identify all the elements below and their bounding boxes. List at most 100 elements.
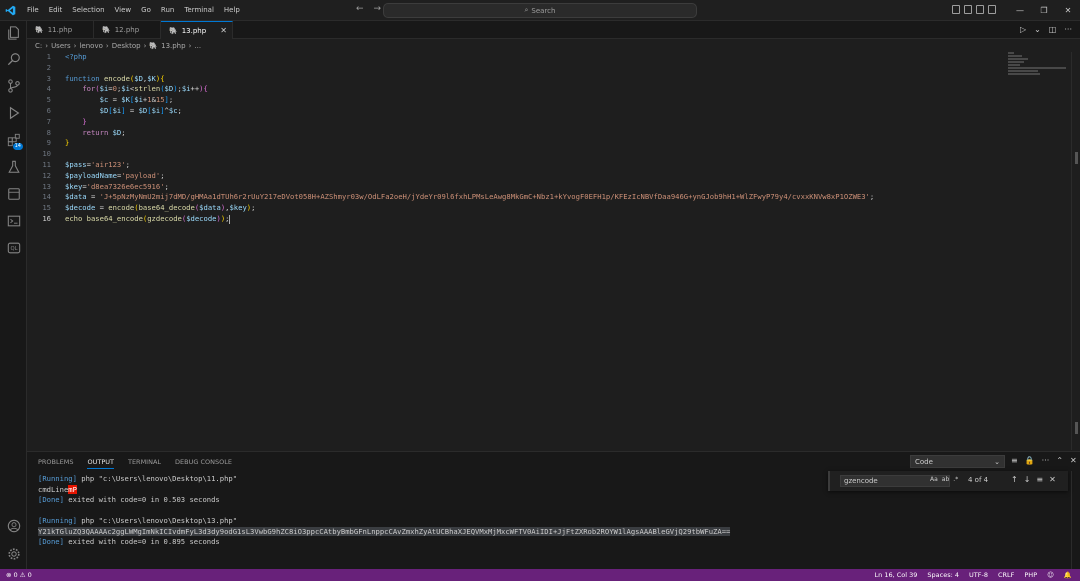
split-editor-icon[interactable]: ◫ bbox=[1049, 25, 1057, 34]
sql-tools-icon[interactable]: QL bbox=[5, 240, 22, 257]
breadcrumb-drive[interactable]: C: bbox=[35, 42, 42, 50]
search-icon: ⌕ bbox=[524, 6, 529, 14]
toggle-panel-icon[interactable] bbox=[964, 5, 972, 14]
code-line: $D[$i] = $D[$i]^$c; bbox=[99, 106, 182, 115]
match-case-toggle[interactable]: Aa bbox=[930, 476, 938, 483]
whole-word-toggle[interactable]: ab bbox=[942, 476, 950, 483]
text-cursor bbox=[229, 214, 231, 224]
output-line: [Running] php "c:\Users\lenovo\Desktop\1… bbox=[38, 474, 238, 483]
vscode-logo-icon bbox=[0, 0, 20, 21]
breadcrumb-lenovo[interactable]: lenovo bbox=[79, 42, 102, 50]
run-dropdown-icon[interactable]: ⌄ bbox=[1034, 25, 1041, 34]
clear-output-icon[interactable]: ≡ bbox=[1011, 456, 1018, 465]
next-match-icon[interactable]: ↓ bbox=[1024, 475, 1031, 484]
line-number: 12 bbox=[42, 170, 51, 180]
line-number: 2 bbox=[46, 62, 51, 72]
line-number: 8 bbox=[46, 127, 51, 137]
lock-scroll-icon[interactable]: 🔒 bbox=[1025, 456, 1035, 465]
menu-file[interactable]: File bbox=[22, 0, 44, 21]
extensions-icon[interactable]: 14 bbox=[5, 132, 23, 150]
terminal-view-icon[interactable] bbox=[5, 213, 22, 230]
menu-edit[interactable]: Edit bbox=[44, 0, 68, 21]
menu-selection[interactable]: Selection bbox=[67, 0, 109, 21]
code-line: echo base64_encode(gzdecode($decode)); bbox=[65, 214, 231, 224]
editor-scrollbar[interactable] bbox=[1071, 52, 1080, 450]
more-actions-icon[interactable]: ··· bbox=[1042, 456, 1050, 465]
manage-gear-icon[interactable] bbox=[5, 546, 22, 563]
command-center-search[interactable]: ⌕ Search bbox=[383, 3, 697, 18]
minimap[interactable] bbox=[1008, 52, 1068, 82]
problems-status[interactable]: ⊗ 0 ⚠ 0 bbox=[6, 569, 32, 581]
toggle-primary-sidebar-icon[interactable] bbox=[952, 5, 960, 14]
line-number: 7 bbox=[46, 116, 51, 126]
tab-12-php[interactable]: 🐘 12.php bbox=[94, 21, 161, 39]
run-code-icon[interactable]: ▷ bbox=[1020, 25, 1026, 34]
tab-11-php[interactable]: 🐘 11.php bbox=[27, 21, 94, 39]
close-tab-icon[interactable]: ✕ bbox=[220, 26, 227, 35]
warning-icon: ⚠ bbox=[19, 571, 26, 579]
find-in-selection-icon[interactable]: ≡ bbox=[1036, 475, 1043, 484]
close-panel-icon[interactable]: ✕ bbox=[1070, 456, 1077, 465]
panel-scrollbar[interactable] bbox=[1071, 471, 1080, 570]
maximize-panel-icon[interactable]: ⌃ bbox=[1056, 456, 1063, 465]
chevron-down-icon: ⌄ bbox=[994, 457, 1000, 466]
encoding[interactable]: UTF-8 bbox=[969, 569, 988, 581]
back-arrow-icon[interactable]: ← bbox=[356, 4, 364, 14]
output-line: [Done] exited with code=0 in 0.895 secon… bbox=[38, 537, 220, 546]
close-find-icon[interactable]: ✕ bbox=[1049, 475, 1056, 484]
line-ending[interactable]: CRLF bbox=[998, 569, 1014, 581]
tab-terminal[interactable]: TERMINAL bbox=[128, 456, 161, 469]
menu-view[interactable]: View bbox=[110, 0, 137, 21]
regex-toggle[interactable]: .* bbox=[953, 476, 958, 483]
breadcrumb: C: › Users › lenovo › Desktop › 🐘 13.php › ..… bbox=[35, 42, 202, 50]
php-file-icon: 🐘 bbox=[149, 42, 159, 50]
restore-window-icon[interactable]: ❐ bbox=[1032, 0, 1056, 21]
line-number: 4 bbox=[46, 84, 51, 94]
tab-debug-console[interactable]: DEBUG CONSOLE bbox=[175, 456, 232, 469]
breadcrumb-desktop[interactable]: Desktop bbox=[112, 42, 141, 50]
close-window-icon[interactable]: ✕ bbox=[1056, 0, 1080, 21]
indentation[interactable]: Spaces: 4 bbox=[927, 569, 959, 581]
breadcrumb-file[interactable]: 13.php bbox=[161, 42, 185, 50]
status-bar: ⊗ 0 ⚠ 0 Ln 16, Col 39 Spaces: 4 UTF-8 CR… bbox=[0, 569, 1080, 581]
warning-count: 0 bbox=[27, 571, 32, 579]
extensions-badge: 14 bbox=[12, 143, 23, 150]
minimize-window-icon[interactable]: — bbox=[1008, 0, 1032, 21]
tab-13-php[interactable]: 🐘 13.php ✕ bbox=[161, 21, 233, 39]
previous-match-icon[interactable]: ↑ bbox=[1011, 475, 1018, 484]
notifications-bell-icon[interactable]: 🔔 bbox=[1064, 569, 1072, 581]
error-icon: ⊗ bbox=[6, 571, 12, 579]
line-number: 14 bbox=[42, 192, 51, 202]
breadcrumb-more[interactable]: ... bbox=[194, 42, 201, 50]
feedback-icon[interactable]: ☺ bbox=[1047, 569, 1054, 581]
more-actions-icon[interactable]: ··· bbox=[1064, 25, 1072, 34]
tab-problems[interactable]: PROBLEMS bbox=[38, 456, 73, 469]
customize-layout-icon[interactable] bbox=[988, 5, 996, 14]
forward-arrow-icon[interactable]: → bbox=[374, 4, 382, 14]
toggle-secondary-sidebar-icon[interactable] bbox=[976, 5, 984, 14]
breadcrumb-users[interactable]: Users bbox=[51, 42, 71, 50]
account-icon[interactable] bbox=[5, 518, 22, 535]
bottom-panel: PROBLEMS OUTPUT TERMINAL DEBUG CONSOLE C… bbox=[27, 451, 1080, 570]
code-line: } bbox=[65, 138, 70, 148]
run-debug-icon[interactable] bbox=[5, 105, 22, 122]
code-editor[interactable]: 1 <?php 2 3 function encode($D,$K){ 4 for(… bbox=[27, 52, 1007, 450]
explorer-icon[interactable] bbox=[5, 25, 22, 42]
cursor-position[interactable]: Ln 16, Col 39 bbox=[875, 569, 918, 581]
menu-terminal[interactable]: Terminal bbox=[179, 0, 219, 21]
tab-output[interactable]: OUTPUT bbox=[87, 456, 114, 469]
menu-run[interactable]: Run bbox=[156, 0, 179, 21]
menu-help[interactable]: Help bbox=[219, 0, 245, 21]
code-line: $payloadName='payload'; bbox=[65, 170, 165, 180]
testing-flask-icon[interactable] bbox=[5, 159, 22, 176]
search-view-icon[interactable] bbox=[5, 51, 22, 68]
code-line: <?php bbox=[65, 52, 87, 61]
remote-explorer-icon[interactable] bbox=[5, 186, 22, 203]
source-control-icon[interactable] bbox=[5, 78, 22, 95]
line-number-current: 16 bbox=[42, 214, 51, 223]
language-mode[interactable]: PHP bbox=[1024, 569, 1037, 581]
output-channel-select[interactable]: Code ⌄ bbox=[910, 455, 1005, 468]
tab-label: 13.php bbox=[181, 26, 207, 35]
activity-bar: 14 QL bbox=[0, 21, 27, 569]
menu-go[interactable]: Go bbox=[136, 0, 156, 21]
